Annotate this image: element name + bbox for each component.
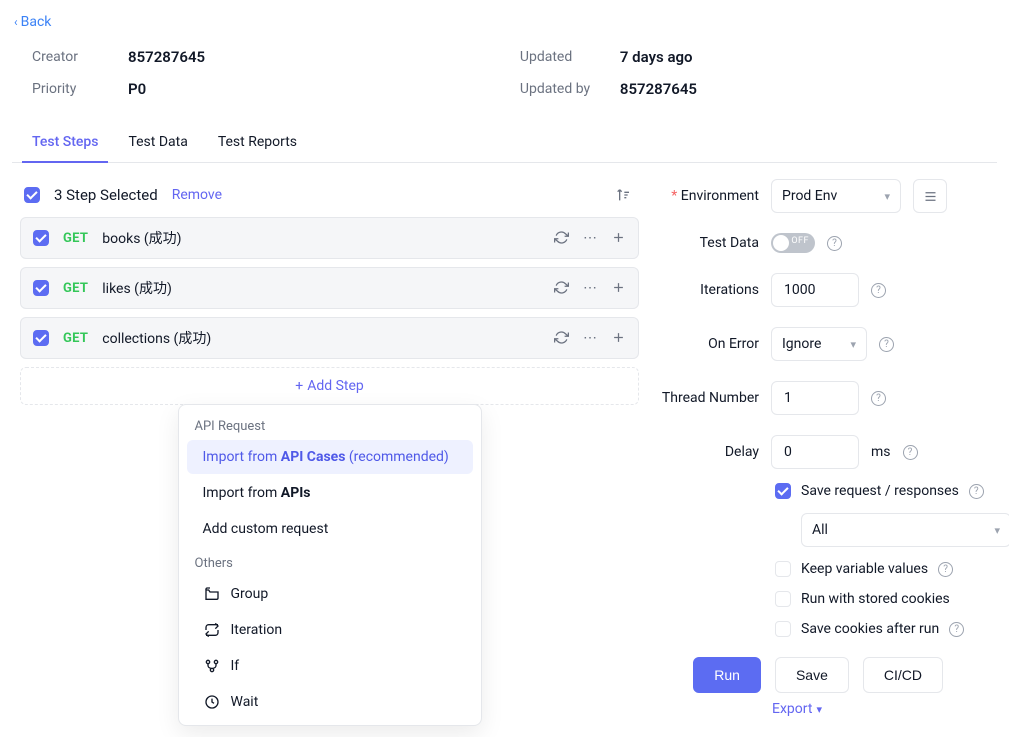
dropdown-section-api: API Request	[179, 411, 481, 438]
dropdown-section-others: Others	[179, 548, 481, 575]
http-method: GET	[63, 331, 88, 346]
test-data-toggle[interactable]: OFF	[771, 233, 815, 253]
iteration-icon	[203, 622, 221, 638]
help-icon[interactable]: ?	[879, 337, 894, 352]
help-icon[interactable]: ?	[938, 562, 953, 577]
sync-icon[interactable]	[554, 280, 569, 296]
updated-by-value: 857287645	[620, 80, 697, 98]
priority-label: Priority	[32, 81, 110, 97]
save-request-label: Save request / responses	[801, 483, 959, 499]
sync-icon[interactable]	[554, 330, 569, 346]
thread-number-input[interactable]	[782, 389, 848, 407]
environment-select[interactable]: Prod Env ▾	[771, 179, 901, 213]
run-button[interactable]: Run	[693, 657, 761, 693]
help-icon[interactable]: ?	[949, 622, 964, 637]
back-label: Back	[21, 14, 52, 30]
dropdown-import-apis[interactable]: Import from APIs	[187, 476, 473, 510]
dropdown-iteration[interactable]: Iteration	[187, 613, 473, 647]
save-cookies-checkbox[interactable]	[775, 621, 791, 637]
add-step-dropdown: API Request Import from API Cases (recom…	[178, 404, 482, 726]
on-error-select[interactable]: Ignore ▾	[771, 327, 867, 361]
export-link[interactable]: Export ▾	[772, 701, 822, 717]
iterations-label: Iterations	[651, 282, 759, 298]
dropdown-wait[interactable]: Wait	[187, 685, 473, 719]
chevron-left-icon: ‹	[14, 15, 18, 29]
clock-icon	[203, 694, 221, 710]
plus-icon[interactable]	[611, 230, 626, 246]
save-request-scope-select[interactable]: All ▾	[801, 513, 1009, 547]
step-checkbox[interactable]	[33, 230, 49, 246]
chevron-down-icon: ▾	[994, 524, 1000, 537]
help-icon[interactable]: ?	[827, 236, 842, 251]
stored-cookies-checkbox[interactable]	[775, 591, 791, 607]
save-request-checkbox[interactable]	[775, 483, 791, 499]
tab-test-data[interactable]: Test Data	[128, 124, 187, 162]
delay-input[interactable]	[782, 443, 848, 461]
delay-unit: ms	[871, 444, 891, 460]
delay-label: Delay	[651, 444, 759, 460]
add-step-label: Add Step	[307, 378, 364, 394]
priority-value: P0	[128, 80, 146, 98]
step-checkbox[interactable]	[33, 330, 49, 346]
help-icon[interactable]: ?	[969, 484, 984, 499]
group-icon	[203, 586, 221, 602]
updated-value: 7 days ago	[620, 48, 693, 66]
environment-list-button[interactable]	[913, 179, 947, 213]
stored-cookies-label: Run with stored cookies	[801, 591, 950, 607]
more-icon[interactable]: ⋯	[583, 230, 597, 246]
plus-icon[interactable]	[611, 330, 626, 346]
help-icon[interactable]: ?	[871, 391, 886, 406]
test-step-row[interactable]: GET books (成功) ⋯	[20, 217, 639, 259]
back-link[interactable]: ‹ Back	[14, 14, 51, 30]
updated-label: Updated	[520, 49, 602, 65]
keep-variables-checkbox[interactable]	[775, 561, 791, 577]
environment-label: Environment	[651, 188, 759, 204]
creator-label: Creator	[32, 49, 110, 65]
sort-icon[interactable]	[611, 183, 635, 207]
test-step-row[interactable]: GET collections (成功) ⋯	[20, 317, 639, 359]
meta-block: Creator 857287645 Priority P0 Updated 7 …	[32, 48, 997, 98]
plus-icon: +	[295, 378, 303, 394]
select-all-checkbox[interactable]	[24, 187, 40, 203]
dropdown-import-api-cases[interactable]: Import from API Cases (recommended)	[187, 440, 473, 474]
tabs: Test Steps Test Data Test Reports	[12, 124, 997, 163]
test-step-row[interactable]: GET likes (成功) ⋯	[20, 267, 639, 309]
iterations-input[interactable]	[782, 281, 848, 299]
thread-number-label: Thread Number	[651, 390, 759, 406]
chevron-down-icon: ▾	[884, 190, 890, 203]
branch-icon	[203, 658, 221, 674]
http-method: GET	[63, 281, 88, 296]
dropdown-add-custom[interactable]: Add custom request	[187, 512, 473, 546]
add-step-button[interactable]: +Add Step API Request Import from API Ca…	[20, 367, 639, 405]
step-name: likes (成功)	[102, 278, 172, 298]
updated-by-label: Updated by	[520, 81, 602, 97]
cicd-button[interactable]: CI/CD	[863, 657, 943, 693]
on-error-label: On Error	[651, 336, 759, 352]
step-name: books (成功)	[102, 228, 181, 248]
keep-variables-label: Keep variable values	[801, 561, 928, 577]
help-icon[interactable]: ?	[871, 283, 886, 298]
test-data-label: Test Data	[651, 235, 759, 251]
tab-test-steps[interactable]: Test Steps	[32, 124, 98, 162]
more-icon[interactable]: ⋯	[583, 330, 597, 346]
remove-link[interactable]: Remove	[172, 187, 222, 203]
dropdown-group[interactable]: Group	[187, 577, 473, 611]
save-cookies-label: Save cookies after run	[801, 621, 939, 637]
dropdown-if[interactable]: If	[187, 649, 473, 683]
sync-icon[interactable]	[554, 230, 569, 246]
tab-test-reports[interactable]: Test Reports	[218, 124, 297, 162]
step-name: collections (成功)	[102, 328, 211, 348]
selection-count: 3 Step Selected	[54, 186, 158, 204]
http-method: GET	[63, 231, 88, 246]
more-icon[interactable]: ⋯	[583, 280, 597, 296]
chevron-down-icon: ▾	[850, 338, 856, 351]
plus-icon[interactable]	[611, 280, 626, 296]
step-checkbox[interactable]	[33, 280, 49, 296]
chevron-down-icon: ▾	[816, 703, 822, 716]
creator-value: 857287645	[128, 48, 205, 66]
help-icon[interactable]: ?	[903, 445, 918, 460]
save-button[interactable]: Save	[775, 657, 849, 693]
